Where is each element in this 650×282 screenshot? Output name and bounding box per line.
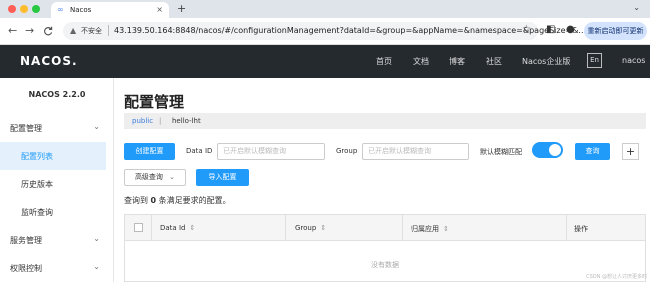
maximize-window-button[interactable] xyxy=(32,5,40,13)
forward-button[interactable]: → xyxy=(25,24,34,38)
column-divider xyxy=(285,215,286,241)
sidebar-item-config-list[interactable]: 配置列表 xyxy=(0,142,106,170)
namespace-public-link[interactable]: public xyxy=(132,117,153,125)
nacos-favicon-icon: ∞ xyxy=(57,5,64,14)
nav-link-community[interactable]: 社区 xyxy=(486,56,502,67)
nacos-logo[interactable]: NACOS. xyxy=(20,54,78,68)
security-label: 不安全 xyxy=(81,27,102,35)
sidebar-item-label: 权限控制 xyxy=(10,264,42,273)
create-config-button[interactable]: 创建配置 xyxy=(124,143,175,160)
group-input[interactable]: 已开启默认模糊查询 xyxy=(362,143,469,160)
url-bar[interactable]: ▲ 不安全 43.139.50.164:8848/nacos/#/configu… xyxy=(63,22,586,40)
result-count: 0 xyxy=(150,196,157,205)
column-header-group[interactable]: Group ⇕ xyxy=(295,224,326,232)
close-window-button[interactable] xyxy=(8,5,16,13)
minimize-window-button[interactable] xyxy=(20,5,28,13)
sidebar-item-label: 监听查询 xyxy=(21,208,53,217)
sidebar: NACOS 2.2.0 配置管理 ⌄ 配置列表 历史版本 监听查询 服务管理 ⌄… xyxy=(0,78,114,282)
fuzzy-match-label: 默认模糊匹配 xyxy=(480,148,522,156)
tab-close-icon[interactable]: × xyxy=(156,5,163,14)
sidebar-item-label: 历史版本 xyxy=(21,180,53,189)
url-divider xyxy=(108,25,109,36)
query-button[interactable]: 查询 xyxy=(575,143,610,160)
sidebar-item-label: 服务管理 xyxy=(10,236,42,245)
chevron-down-icon: ⌄ xyxy=(169,173,176,181)
sidebar-item-config-management[interactable]: 配置管理 ⌄ xyxy=(0,114,106,142)
result-suffix: 条满足要求的配置。 xyxy=(158,196,231,205)
column-divider xyxy=(566,215,567,241)
new-tab-button[interactable]: + xyxy=(177,2,186,15)
sort-icon[interactable]: ⇕ xyxy=(189,224,195,232)
watermark: CSDN @想让人讨厌更多时 xyxy=(586,274,647,280)
column-header-app[interactable]: 归属应用 ⇕ xyxy=(411,224,449,234)
column-divider xyxy=(402,215,403,241)
page-title: 配置管理 xyxy=(124,93,185,111)
browser-tab[interactable]: ∞ Nacos × xyxy=(51,2,169,18)
relaunch-update-button[interactable]: 重新启动即可更新 xyxy=(584,22,647,40)
namespace-breadcrumb: public | hello-lht xyxy=(124,113,646,129)
config-table: Data Id ⇕ Group ⇕ 归属应用 ⇕ 操作 没有数据 xyxy=(124,214,646,282)
sidebar-panel-icon[interactable]: ◧ xyxy=(546,24,555,35)
nav-link-docs[interactable]: 文档 xyxy=(413,56,429,67)
breadcrumb-divider: | xyxy=(159,117,162,125)
language-switch-button[interactable]: En xyxy=(587,53,602,68)
column-label: Group xyxy=(295,224,317,232)
fuzzy-match-toggle[interactable] xyxy=(532,142,563,158)
warning-icon: ▲ xyxy=(70,26,77,35)
add-icon[interactable]: + xyxy=(622,143,639,160)
sort-icon[interactable]: ⇕ xyxy=(320,224,326,232)
sort-icon[interactable]: ⇕ xyxy=(443,225,449,233)
main-content: 配置管理 public | hello-lht 创建配置 Data ID 已开启… xyxy=(114,78,650,282)
namespace-id[interactable]: hello-lht xyxy=(172,117,201,125)
top-navigation: NACOS. 首页 文档 博客 社区 Nacos企业版 En nacos xyxy=(0,45,650,78)
sidebar-item-access-control[interactable]: 权限控制 ⌄ xyxy=(0,254,106,282)
result-prefix: 查询到 xyxy=(124,196,148,205)
column-label: Data Id xyxy=(160,224,186,232)
nav-link-home[interactable]: 首页 xyxy=(376,56,392,67)
bookmark-star-icon[interactable]: ☆ xyxy=(522,24,531,35)
nav-link-blog[interactable]: 博客 xyxy=(449,56,465,67)
table-header: Data Id ⇕ Group ⇕ 归属应用 ⇕ 操作 xyxy=(125,215,645,241)
result-summary: 查询到 0 条满足要求的配置。 xyxy=(124,195,231,206)
tab-menu-icon[interactable]: ⌄ xyxy=(633,3,640,12)
nav-link-enterprise[interactable]: Nacos企业版 xyxy=(522,56,570,67)
advanced-query-button[interactable]: 高级查询 ⌄ xyxy=(124,169,186,186)
dataid-input[interactable]: 已开启默认模糊查询 xyxy=(217,143,325,160)
group-label: Group xyxy=(336,147,358,155)
sidebar-item-label: 配置管理 xyxy=(10,124,42,133)
select-all-checkbox[interactable] xyxy=(134,223,143,232)
empty-state-text: 没有数据 xyxy=(371,261,399,269)
chevron-down-icon: ⌄ xyxy=(93,122,100,131)
back-button[interactable]: ← xyxy=(8,24,17,38)
advanced-query-label: 高级查询 xyxy=(134,173,163,181)
tab-title: Nacos xyxy=(70,6,92,14)
user-menu[interactable]: nacos xyxy=(622,56,645,65)
url-text: 43.139.50.164:8848/nacos/#/configuration… xyxy=(114,26,587,35)
sidebar-item-listener-query[interactable]: 监听查询 xyxy=(0,198,106,226)
sidebar-item-service-management[interactable]: 服务管理 ⌄ xyxy=(0,226,106,254)
version-label: NACOS 2.2.0 xyxy=(28,90,86,99)
sidebar-item-label: 配置列表 xyxy=(21,152,53,161)
sidebar-item-history[interactable]: 历史版本 xyxy=(0,170,106,198)
column-label: 归属应用 xyxy=(411,225,439,233)
chevron-down-icon: ⌄ xyxy=(93,262,100,271)
reload-button[interactable] xyxy=(43,24,53,40)
toggle-knob xyxy=(549,144,561,156)
profile-avatar-icon[interactable]: ● xyxy=(566,24,575,35)
address-toolbar: ← → ▲ 不安全 43.139.50.164:8848/nacos/#/con… xyxy=(0,18,650,45)
column-header-actions: 操作 xyxy=(574,225,588,233)
import-config-button[interactable]: 导入配置 xyxy=(196,169,249,186)
chevron-down-icon: ⌄ xyxy=(93,234,100,243)
column-header-dataid[interactable]: Data Id ⇕ xyxy=(160,224,195,232)
column-divider xyxy=(151,215,152,241)
reload-icon xyxy=(43,26,53,36)
browser-tab-bar: ∞ Nacos × + ⌄ xyxy=(0,0,650,18)
dataid-label: Data ID xyxy=(186,147,213,155)
